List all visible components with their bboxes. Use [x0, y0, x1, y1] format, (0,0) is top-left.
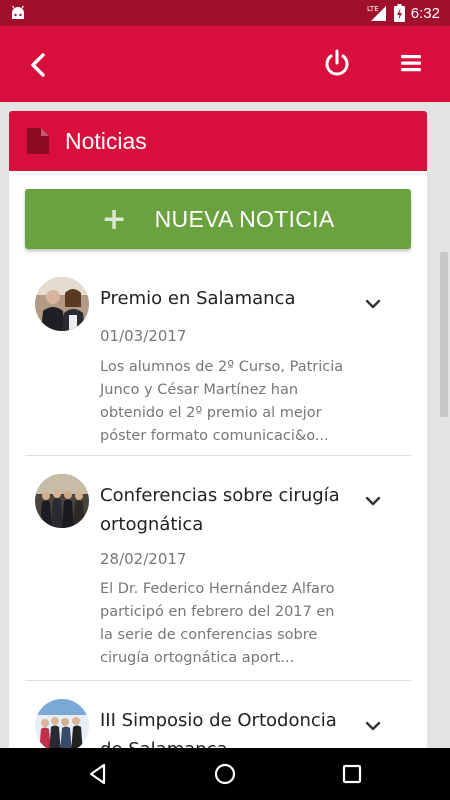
news-title: Conferencias sobre cirugía ortognática — [100, 485, 340, 535]
card-header: Noticias — [9, 111, 427, 171]
back-triangle-icon[interactable] — [86, 762, 110, 786]
news-avatar — [35, 277, 89, 331]
scrollbar-thumb[interactable] — [440, 252, 448, 417]
content-area[interactable]: Noticias + NUEVA NOTICIA Premio en Salam… — [0, 102, 450, 748]
chevron-down-icon[interactable] — [363, 297, 383, 311]
navigation-bar — [0, 748, 450, 800]
menu-icon[interactable] — [394, 46, 428, 80]
divider — [25, 680, 411, 681]
android-icon — [12, 6, 24, 19]
status-bar: LTE 6:32 — [0, 0, 450, 26]
new-news-button[interactable]: + NUEVA NOTICIA — [25, 189, 411, 249]
new-news-button-label: NUEVA NOTICIA — [154, 205, 335, 232]
news-date: 01/03/2017 — [100, 327, 187, 345]
plus-icon: + — [101, 201, 127, 237]
news-date: 28/02/2017 — [100, 550, 187, 568]
chevron-down-icon[interactable] — [363, 494, 383, 508]
home-circle-icon[interactable] — [213, 762, 237, 786]
app-bar — [0, 26, 450, 102]
news-card: Noticias + NUEVA NOTICIA Premio en Salam… — [9, 111, 427, 748]
divider — [25, 455, 411, 456]
news-summary: Los alumnos de 2º Curso, Patricia Junco … — [100, 359, 344, 444]
news-avatar — [35, 474, 89, 528]
back-icon[interactable] — [22, 48, 56, 82]
recents-square-icon[interactable] — [340, 762, 364, 786]
news-title: Premio en Salamanca — [100, 288, 296, 309]
chevron-down-icon[interactable] — [363, 719, 383, 733]
svg-text:LTE: LTE — [367, 5, 379, 13]
power-icon[interactable] — [320, 46, 354, 80]
news-summary: El Dr. Federico Hernández Alfaro partici… — [100, 581, 335, 666]
card-title: Noticias — [65, 127, 147, 154]
signal-icon: LTE — [367, 5, 386, 21]
battery-charging-icon — [393, 4, 405, 22]
news-title: III Simposio de Ortodoncia de Salamanca — [100, 710, 337, 748]
news-avatar — [35, 699, 89, 748]
document-icon — [27, 128, 49, 154]
clock: 6:32 — [410, 4, 440, 22]
